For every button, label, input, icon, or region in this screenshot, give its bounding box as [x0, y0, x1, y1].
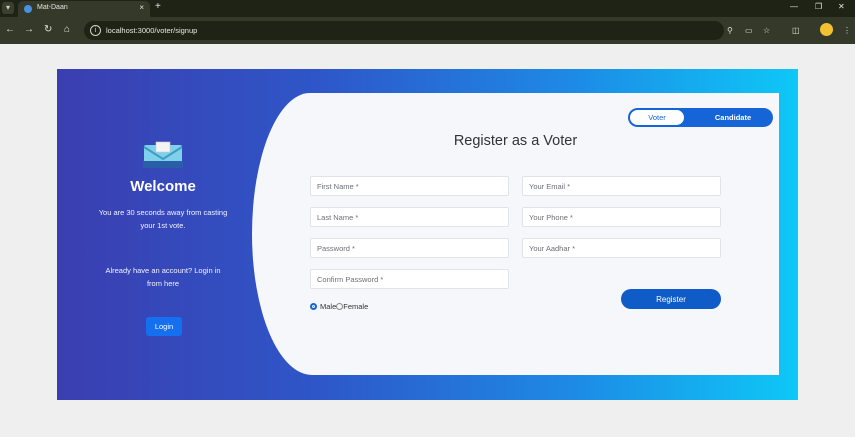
confirm-password-input[interactable]: [310, 269, 509, 289]
welcome-title: Welcome: [130, 178, 196, 195]
restore-icon[interactable]: ❐: [815, 2, 822, 11]
gender-radio-group: Male Female: [310, 302, 368, 311]
toggle-candidate[interactable]: Candidate: [694, 110, 772, 125]
role-toggle[interactable]: Voter Candidate: [628, 108, 773, 127]
browser-tab[interactable]: Mat-Daan ×: [18, 1, 150, 17]
signup-card: Welcome You are 30 seconds away from cas…: [57, 69, 798, 400]
toggle-voter[interactable]: Voter: [630, 110, 684, 125]
welcome-panel: Welcome You are 30 seconds away from cas…: [57, 69, 269, 400]
forward-icon[interactable]: →: [24, 24, 34, 36]
tab-title: Mat-Daan: [37, 4, 68, 11]
tab-menu-icon[interactable]: ▾: [2, 2, 14, 14]
aadhar-input[interactable]: [522, 238, 721, 258]
menu-icon[interactable]: ⋮: [843, 26, 851, 35]
url-text[interactable]: localhost:3000/voter/signup: [106, 26, 197, 35]
male-label[interactable]: Male: [320, 302, 336, 311]
back-icon[interactable]: ←: [5, 24, 15, 36]
envelope-icon: [143, 141, 183, 168]
reload-icon[interactable]: ↻: [44, 24, 52, 36]
address-bar[interactable]: i localhost:3000/voter/signup: [84, 21, 724, 40]
register-button[interactable]: Register: [621, 289, 721, 309]
close-tab-icon[interactable]: ×: [139, 3, 144, 12]
first-name-input[interactable]: [310, 176, 509, 196]
password-key-icon[interactable]: ⚲: [727, 26, 733, 35]
email-input[interactable]: [522, 176, 721, 196]
welcome-subtitle: You are 30 seconds away from casting you…: [98, 208, 228, 230]
last-name-input[interactable]: [310, 207, 509, 227]
female-label[interactable]: Female: [343, 302, 368, 311]
cast-icon[interactable]: ▭: [745, 26, 753, 35]
password-input[interactable]: [310, 238, 509, 258]
register-form-panel: Voter Candidate Register as a Voter Male…: [252, 93, 779, 375]
login-button[interactable]: Login: [146, 317, 182, 336]
browser-toolbar: ← → ↻ ⌂ i localhost:3000/voter/signup ⚲ …: [0, 17, 855, 44]
home-icon[interactable]: ⌂: [64, 24, 70, 36]
extensions-icon[interactable]: ◫: [792, 26, 800, 35]
bookmark-star-icon[interactable]: ☆: [763, 26, 770, 35]
minimize-icon[interactable]: —: [790, 2, 798, 11]
close-icon[interactable]: ✕: [838, 2, 845, 11]
new-tab-icon[interactable]: +: [155, 1, 161, 12]
profile-icon[interactable]: [820, 23, 833, 36]
male-radio[interactable]: [310, 303, 317, 310]
form-title: Register as a Voter: [453, 133, 578, 149]
phone-input[interactable]: [522, 207, 721, 227]
female-radio[interactable]: [336, 303, 344, 310]
login-prompt: Already have an account? Login in from h…: [105, 266, 221, 288]
browser-tab-bar: ▾ Mat-Daan × + — ❐ ✕: [0, 0, 855, 17]
site-info-icon[interactable]: i: [90, 25, 101, 36]
favicon-icon: [24, 5, 32, 13]
